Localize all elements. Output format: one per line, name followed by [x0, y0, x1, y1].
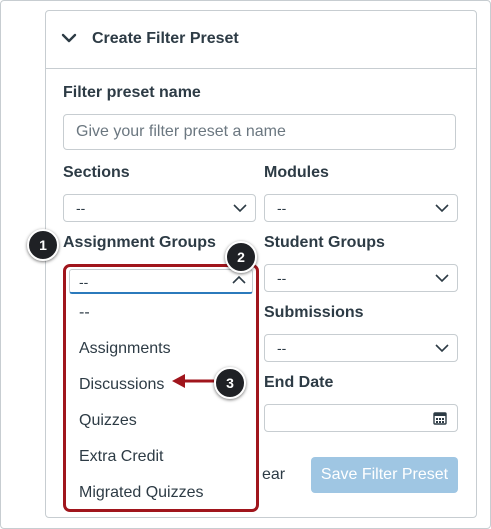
chevron-down-icon [233, 204, 247, 213]
calendar-icon[interactable] [433, 411, 447, 425]
panel-title: Create Filter Preset [92, 30, 239, 47]
panel-header[interactable]: Create Filter Preset [46, 11, 476, 69]
submissions-label: Submissions [264, 304, 364, 321]
assignment-groups-select[interactable]: -- [69, 269, 253, 294]
chevron-down-icon [435, 204, 449, 213]
student-groups-select[interactable]: -- [264, 264, 458, 292]
submissions-select[interactable]: -- [264, 334, 458, 362]
assignment-groups-select-value: -- [79, 274, 89, 290]
clear-button[interactable]: ear [262, 457, 294, 493]
filter-preset-name-label: Filter preset name [63, 84, 201, 101]
modules-select[interactable]: -- [264, 194, 458, 222]
dropdown-option[interactable]: Migrated Quizzes [79, 484, 204, 502]
chevron-down-icon [435, 344, 449, 353]
dropdown-option[interactable]: Quizzes [79, 412, 137, 430]
callout-badge-2: 2 [225, 241, 257, 273]
modules-label: Modules [264, 164, 329, 181]
student-groups-label: Student Groups [264, 234, 385, 251]
arrow-left-icon [172, 374, 214, 388]
dropdown-option[interactable]: -- [79, 304, 90, 322]
callout-badge-3: 3 [214, 367, 246, 399]
chevron-down-icon[interactable] [61, 32, 77, 44]
chevron-up-icon [232, 275, 246, 284]
callout-badge-1: 1 [27, 229, 59, 261]
dropdown-option[interactable]: Discussions [79, 376, 164, 394]
sections-select-value: -- [76, 200, 86, 216]
assignment-groups-label: Assignment Groups [63, 234, 216, 251]
sections-label: Sections [63, 164, 130, 181]
save-filter-preset-button[interactable]: Save Filter Preset [311, 457, 458, 493]
end-date-input[interactable] [264, 404, 458, 432]
dropdown-option[interactable]: Assignments [79, 340, 171, 358]
end-date-label: End Date [264, 374, 334, 391]
sections-select[interactable]: -- [63, 194, 256, 222]
submissions-select-value: -- [277, 340, 287, 356]
student-groups-select-value: -- [277, 270, 287, 286]
chevron-down-icon [435, 274, 449, 283]
modules-select-value: -- [277, 200, 287, 216]
filter-preset-name-input[interactable]: Give your filter preset a name [63, 114, 456, 150]
dropdown-option[interactable]: Extra Credit [79, 448, 163, 466]
